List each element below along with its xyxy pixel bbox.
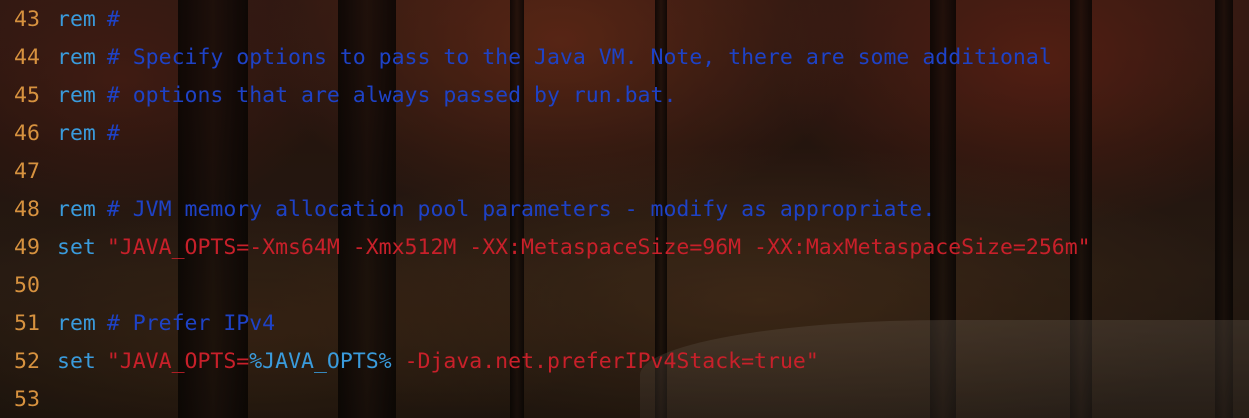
line-number: 49: [14, 235, 40, 260]
string-token: -Djava.net.preferIPv4Stack=true": [391, 349, 819, 374]
line-number: 48: [14, 197, 40, 222]
code-line[interactable]: 45 rem # options that are always passed …: [0, 77, 1249, 115]
comment-token: #: [106, 121, 120, 146]
line-number: 52: [14, 349, 40, 374]
keyword-token: rem: [57, 121, 96, 146]
code-line[interactable]: 47: [0, 153, 1249, 191]
keyword-token: rem: [57, 7, 96, 32]
line-number: 53: [14, 387, 40, 412]
keyword-token: rem: [57, 311, 96, 336]
code-line[interactable]: 49 set "JAVA_OPTS=-Xms64M -Xmx512M -XX:M…: [0, 229, 1249, 267]
code-line[interactable]: 44 rem # Specify options to pass to the …: [0, 39, 1249, 77]
comment-token: # options that are always passed by run.…: [106, 83, 677, 108]
comment-token: # Specify options to pass to the Java VM…: [106, 45, 1052, 70]
code-line[interactable]: 48 rem # JVM memory allocation pool para…: [0, 191, 1249, 229]
comment-token: # JVM memory allocation pool parameters …: [106, 197, 936, 222]
keyword-token: set: [57, 235, 96, 260]
keyword-token: rem: [57, 45, 96, 70]
line-number: 50: [14, 273, 40, 298]
keyword-token: rem: [57, 197, 96, 222]
code-line[interactable]: 50: [0, 267, 1249, 305]
variable-token: %JAVA_OPTS%: [249, 349, 392, 374]
keyword-token: set: [57, 349, 96, 374]
line-number: 44: [14, 45, 40, 70]
code-editor[interactable]: 43 rem # 44 rem # Specify options to pas…: [0, 0, 1249, 418]
line-number: 46: [14, 121, 40, 146]
code-line[interactable]: 46 rem #: [0, 115, 1249, 153]
code-line[interactable]: 51 rem # Prefer IPv4: [0, 305, 1249, 343]
comment-token: #: [106, 7, 120, 32]
code-lines[interactable]: 43 rem # 44 rem # Specify options to pas…: [0, 1, 1249, 418]
code-line[interactable]: 43 rem #: [0, 1, 1249, 39]
line-number: 45: [14, 83, 40, 108]
string-token: "JAVA_OPTS=-Xms64M -Xmx512M -XX:Metaspac…: [106, 235, 1091, 260]
string-token: "JAVA_OPTS=: [106, 349, 250, 374]
line-number: 43: [14, 7, 40, 32]
code-line[interactable]: 52 set "JAVA_OPTS= %JAVA_OPTS% -Djava.net…: [0, 343, 1249, 381]
line-number: 47: [14, 159, 40, 184]
line-number: 51: [14, 311, 40, 336]
keyword-token: rem: [57, 83, 96, 108]
code-line[interactable]: 53: [0, 381, 1249, 418]
comment-token: # Prefer IPv4: [106, 311, 276, 336]
